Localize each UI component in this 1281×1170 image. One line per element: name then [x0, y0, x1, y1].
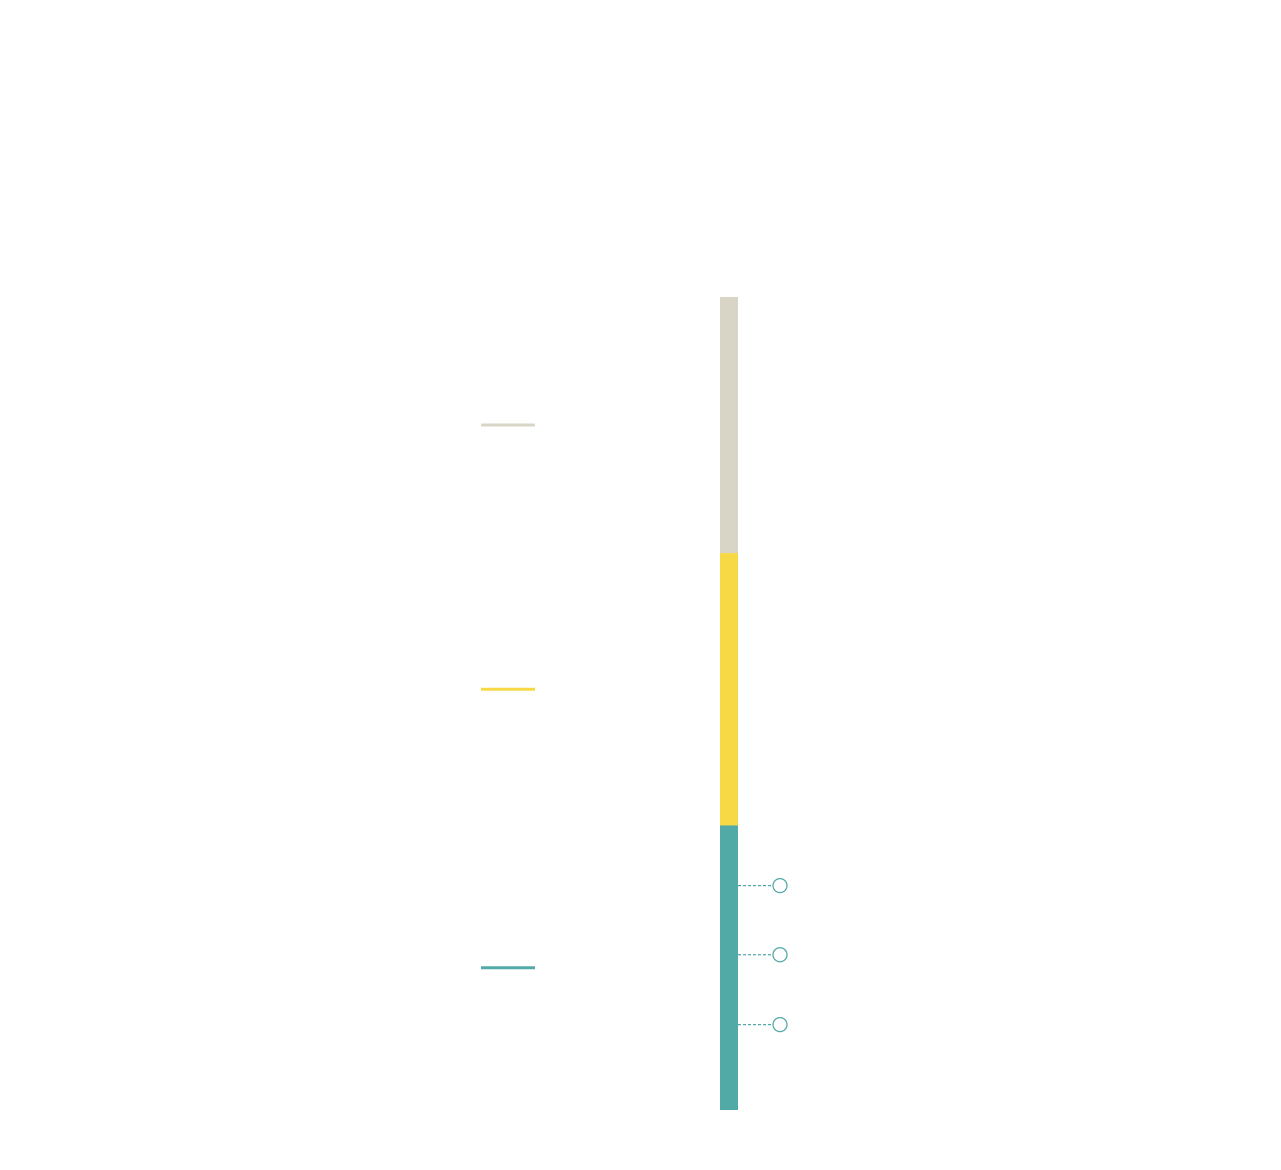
- callout-marker-1: [772, 877, 788, 894]
- bar-segment-yellow: [720, 553, 738, 826]
- bar-segment-teal: [720, 825, 738, 1110]
- stacked-column-chart: [481, 297, 788, 1110]
- chart-container: [0, 0, 1281, 1170]
- bar-segment-grey: [720, 297, 738, 554]
- callout-marker-2: [772, 947, 788, 963]
- callout-marker-3: [772, 1016, 788, 1033]
